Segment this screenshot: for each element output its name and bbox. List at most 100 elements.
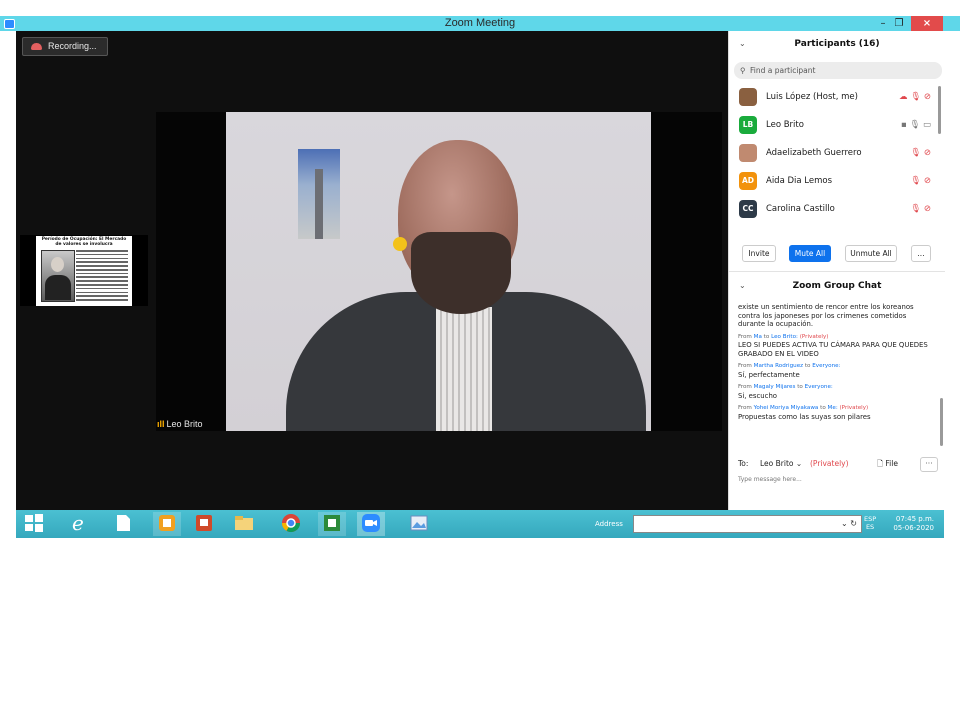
message-sender[interactable]: Ma	[754, 334, 762, 340]
message-recipient[interactable]: Leo Brito:	[771, 334, 798, 340]
image-viewer-icon[interactable]	[409, 513, 429, 533]
avatar	[739, 144, 757, 162]
background-flower	[393, 237, 407, 251]
collapse-participants-icon[interactable]: ⌄	[739, 39, 746, 48]
participant-status-icons[interactable]: 🎙 ⊘	[910, 140, 931, 167]
internet-explorer-icon[interactable]: e	[69, 513, 89, 533]
signal-strength-icon: ıll	[157, 419, 165, 429]
speaker-beard	[411, 232, 511, 314]
windows-start-icon[interactable]	[24, 513, 44, 533]
participant-search-input[interactable]: ⚲ Find a participant	[734, 62, 942, 79]
participant-row[interactable]: AD Aida Dia Lemos 🎙 ⊘	[729, 168, 939, 196]
collapse-chat-icon[interactable]: ⌄	[739, 281, 746, 290]
chat-recipient-bar: To: Leo Brito ⌄ (Privately) 🗋 File ···	[738, 457, 940, 472]
address-label: Address	[595, 520, 623, 528]
message-text: Propuestas como las suyas son pilares	[738, 412, 871, 421]
participant-row[interactable]: LB Leo Brito ▪ 🎙 ▭	[729, 112, 939, 140]
file-explorer-icon[interactable]	[234, 513, 254, 533]
message-recipient[interactable]: Everyone:	[812, 363, 840, 369]
recording-label: Recording...	[48, 41, 97, 51]
chat-scrollbar[interactable]	[940, 398, 943, 446]
language-bottom: ES	[865, 523, 875, 531]
speaker-video-frame	[226, 112, 651, 431]
mute-all-button[interactable]: Mute All	[789, 245, 831, 262]
chat-title: Zoom Group Chat	[792, 281, 882, 291]
slide-bullet-text	[76, 250, 128, 303]
store-icon[interactable]	[322, 513, 342, 533]
unmute-all-button[interactable]: Unmute All	[845, 245, 897, 262]
invite-button[interactable]: Invite	[742, 245, 776, 262]
chat-header: ⌄ Zoom Group Chat	[729, 281, 945, 291]
powerpoint-icon[interactable]	[194, 513, 214, 533]
chat-message: From Martha Rodriguez to Everyone: Sí, p…	[738, 363, 934, 379]
slide-portrait-image	[41, 250, 75, 302]
close-button[interactable]: ×	[911, 16, 943, 31]
participant-row[interactable]: Adaelizabeth Guerrero 🎙 ⊘	[729, 140, 939, 168]
message-meta: From Magaly Mijares to Everyone:	[738, 384, 833, 390]
message-sender[interactable]: Magaly Mijares	[754, 384, 796, 390]
participants-more-button[interactable]: ...	[911, 245, 931, 262]
participant-status-icons[interactable]: ☁ 🎙 ⊘	[899, 84, 931, 111]
chat-message: From Ma to Leo Brito: (Privately) LEO SI…	[738, 334, 934, 359]
poster-building	[315, 169, 323, 239]
system-clock[interactable]: 07:45 p.m. 05-06-2020	[890, 515, 934, 533]
participant-status-icons[interactable]: 🎙 ⊘	[910, 168, 931, 195]
minimize-button[interactable]: –	[876, 16, 890, 31]
clock-date: 05-06-2020	[893, 524, 934, 532]
address-input[interactable]: ⌄ ↻	[633, 515, 862, 533]
chat-message-input[interactable]: Type message here...	[738, 476, 802, 483]
portrait-suit	[45, 275, 71, 300]
app-icon-orange[interactable]	[157, 513, 177, 533]
chat-message: existe un sentimiento de rencor entre lo…	[738, 303, 934, 329]
participant-status-icons[interactable]: 🎙 ⊘	[910, 196, 931, 223]
windows-taskbar: e Address ⌄ ↻ ESP ES 07:45 p.m. 05-06-20…	[16, 510, 944, 538]
maximize-button[interactable]: ❐	[892, 16, 906, 31]
participant-status-icons[interactable]: ▪ 🎙 ▭	[901, 112, 931, 139]
participants-title: Participants (16)	[794, 39, 880, 49]
participant-row[interactable]: Luis López (Host, me) ☁ 🎙 ⊘	[729, 84, 939, 112]
search-placeholder: Find a participant	[750, 66, 816, 75]
clock-time: 07:45 p.m.	[895, 515, 934, 523]
file-button[interactable]: 🗋 File	[877, 457, 898, 471]
right-sidebar: ⌄ Participants (16) ⚲ Find a participant…	[728, 31, 945, 510]
message-recipient[interactable]: Me:	[828, 405, 838, 411]
message-meta: From Martha Rodriguez to Everyone:	[738, 363, 841, 369]
speaker-shirt	[436, 307, 492, 431]
participant-row[interactable]: CC Carolina Castillo 🎙 ⊘	[729, 196, 939, 224]
chat-message: From Yohei Moriya Miyakawa to Me: (Priva…	[738, 405, 934, 421]
chrome-icon[interactable]	[281, 513, 301, 533]
address-controls[interactable]: ⌄ ↻	[841, 516, 857, 532]
file-icon[interactable]	[113, 513, 133, 533]
svg-text:e: e	[72, 513, 84, 533]
wall-poster	[298, 149, 340, 239]
message-text: existe un sentimiento de rencor entre lo…	[738, 303, 914, 328]
recording-indicator[interactable]: Recording...	[22, 37, 108, 56]
message-recipient[interactable]: Everyone:	[805, 384, 833, 390]
avatar: AD	[739, 172, 757, 190]
message-sender[interactable]: Yohei Moriya Miyakawa	[754, 405, 819, 411]
divider	[729, 271, 945, 272]
message-text: Sí, perfectamente	[738, 370, 800, 379]
recipient-dropdown[interactable]: Leo Brito ⌄	[760, 457, 802, 471]
avatar	[739, 88, 757, 106]
presentation-slide: Período de Ocupación: El Mercado de valo…	[36, 236, 132, 306]
chat-messages: existe un sentimiento de rencor entre lo…	[738, 303, 934, 426]
portrait-face	[51, 257, 64, 272]
language-indicator[interactable]: ESP ES	[864, 515, 876, 531]
chat-message: From Magaly Mijares to Everyone: Si, esc…	[738, 384, 934, 400]
message-meta: From Yohei Moriya Miyakawa to Me: (Priva…	[738, 405, 869, 411]
speaker-name: Leo Brito	[166, 419, 203, 429]
message-meta: From Ma to Leo Brito: (Privately)	[738, 333, 829, 340]
message-sender[interactable]: Martha Rodriguez	[754, 363, 803, 369]
participant-name: Leo Brito	[766, 120, 804, 130]
to-label: To:	[738, 459, 749, 468]
window-title: Zoom Meeting	[444, 17, 516, 29]
zoom-taskbar-icon[interactable]	[361, 513, 381, 533]
slide-title: Período de Ocupación: El Mercado de valo…	[41, 237, 127, 247]
chat-more-button[interactable]: ···	[920, 457, 938, 472]
message-text: LEO SI PUEDES ACTIVA TU CÁMARA PARA QUE …	[738, 341, 928, 358]
participant-name: Luis López (Host, me)	[766, 92, 858, 102]
private-label: (Privately)	[810, 459, 849, 468]
participants-scrollbar[interactable]	[938, 86, 941, 134]
search-icon: ⚲	[740, 66, 746, 75]
